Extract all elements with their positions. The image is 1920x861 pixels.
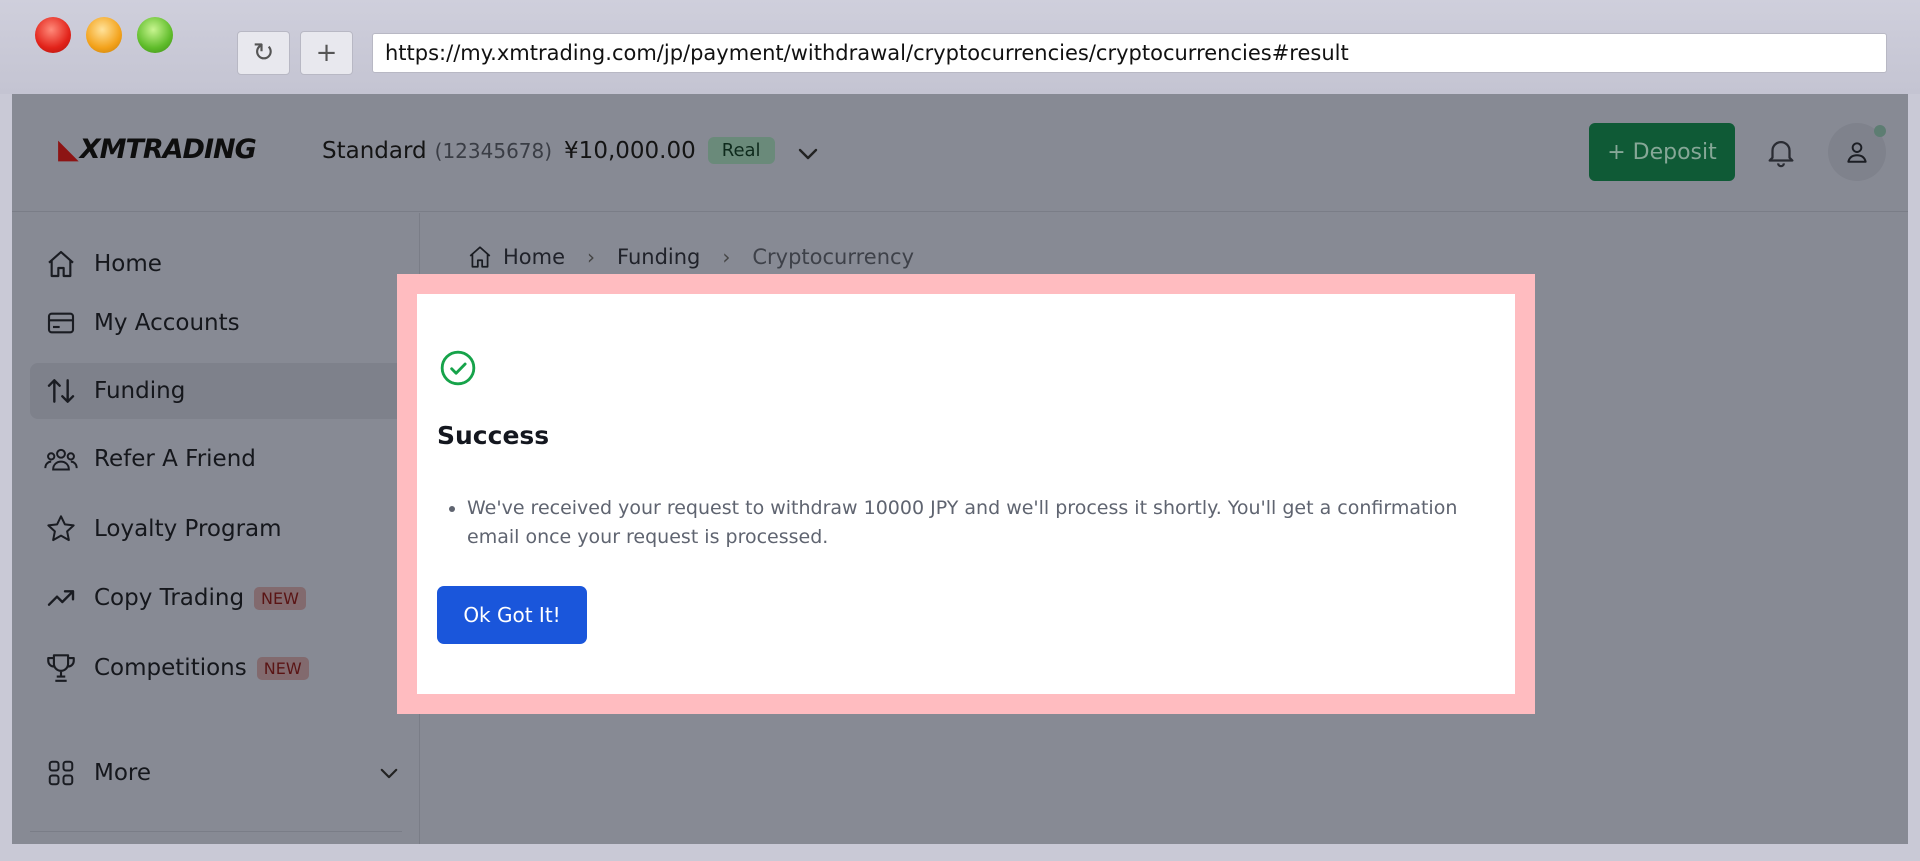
plus-icon: + [315, 38, 338, 68]
sidebar-item-home[interactable]: Home [30, 236, 420, 292]
card-icon [42, 304, 80, 342]
home-icon [42, 245, 80, 283]
sidebar-item-label: Loyalty Program [94, 516, 282, 542]
ok-got-it-button[interactable]: Ok Got It! [437, 586, 587, 644]
grid-icon [42, 754, 80, 792]
sidebar-item-competitions[interactable]: Competitions NEW [30, 640, 420, 696]
account-number: (12345678) [434, 138, 553, 163]
transfer-icon [42, 372, 80, 410]
chevron-right-icon: › [722, 245, 731, 269]
browser-chrome: ↻ + https://my.xmtrading.com/jp/payment/… [0, 0, 1920, 94]
check-circle-icon [439, 349, 477, 387]
deposit-button[interactable]: + Deposit [1589, 123, 1735, 181]
new-badge: NEW [256, 656, 309, 680]
sidebar-item-copy-trading[interactable]: Copy Trading NEW [30, 570, 420, 626]
sidebar-item-label: Home [94, 251, 162, 277]
sidebar-item-label: Refer A Friend [94, 446, 256, 472]
breadcrumb-cryptocurrency: Cryptocurrency [752, 245, 915, 269]
modal-title: Success [437, 421, 550, 450]
users-icon [42, 440, 80, 478]
star-icon [42, 510, 80, 548]
sidebar-item-refer-a-friend[interactable]: Refer A Friend [30, 431, 420, 487]
sidebar-item-label: More [94, 760, 152, 786]
trend-icon [42, 579, 80, 617]
account-type-badge: Real [707, 137, 775, 164]
notification-dot [1874, 125, 1886, 137]
account-balance: ¥10,000.00 [564, 137, 696, 164]
chevron-down-icon [380, 763, 398, 784]
account-selector[interactable]: Standard (12345678) ¥10,000.00 Real [322, 137, 775, 164]
chevron-right-icon: › [587, 245, 596, 269]
sidebar-item-funding[interactable]: Funding [30, 363, 420, 419]
reload-icon: ↻ [252, 38, 275, 68]
chevron-down-icon[interactable] [798, 144, 818, 165]
close-window-button[interactable] [35, 17, 71, 53]
new-tab-button[interactable]: + [300, 31, 353, 75]
maximize-window-button[interactable] [137, 17, 173, 53]
window-frame-bottom [0, 844, 1920, 861]
account-type: Standard [322, 137, 427, 164]
xm-logo[interactable]: ◣XMTRADING [58, 134, 257, 165]
trophy-icon [42, 649, 80, 687]
sidebar-item-my-accounts[interactable]: My Accounts [30, 295, 420, 351]
breadcrumb-home[interactable]: Home [503, 245, 565, 269]
logo-text: XMTRADING [79, 134, 257, 165]
home-icon[interactable] [467, 244, 493, 270]
modal-message: We've received your request to withdraw … [467, 494, 1487, 552]
logo-mark-icon: ◣ [58, 134, 79, 165]
sidebar-item-more[interactable]: More [30, 745, 420, 801]
breadcrumb-funding[interactable]: Funding [617, 245, 700, 269]
reload-button[interactable]: ↻ [237, 31, 290, 75]
sidebar-item-label: Copy Trading [94, 585, 245, 611]
address-bar[interactable]: https://my.xmtrading.com/jp/payment/with… [372, 33, 1887, 73]
sidebar: Home My Accounts Funding Refer A Friend … [12, 213, 420, 844]
new-badge: NEW [254, 586, 306, 610]
success-modal: Success We've received your request to w… [417, 294, 1515, 694]
bell-icon[interactable] [1764, 134, 1798, 170]
minimize-window-button[interactable] [86, 17, 122, 53]
sidebar-item-label: My Accounts [94, 310, 240, 336]
sidebar-divider [30, 831, 402, 832]
sidebar-item-loyalty-program[interactable]: Loyalty Program [30, 501, 420, 557]
top-bar: ◣XMTRADING Standard (12345678) ¥10,000.0… [12, 94, 1908, 212]
sidebar-item-label: Funding [94, 378, 186, 404]
modal-message-list: We've received your request to withdraw … [447, 494, 1487, 552]
user-icon [1847, 142, 1867, 163]
sidebar-item-label: Competitions [94, 655, 247, 681]
breadcrumb: Home › Funding › Cryptocurrency [467, 244, 914, 270]
